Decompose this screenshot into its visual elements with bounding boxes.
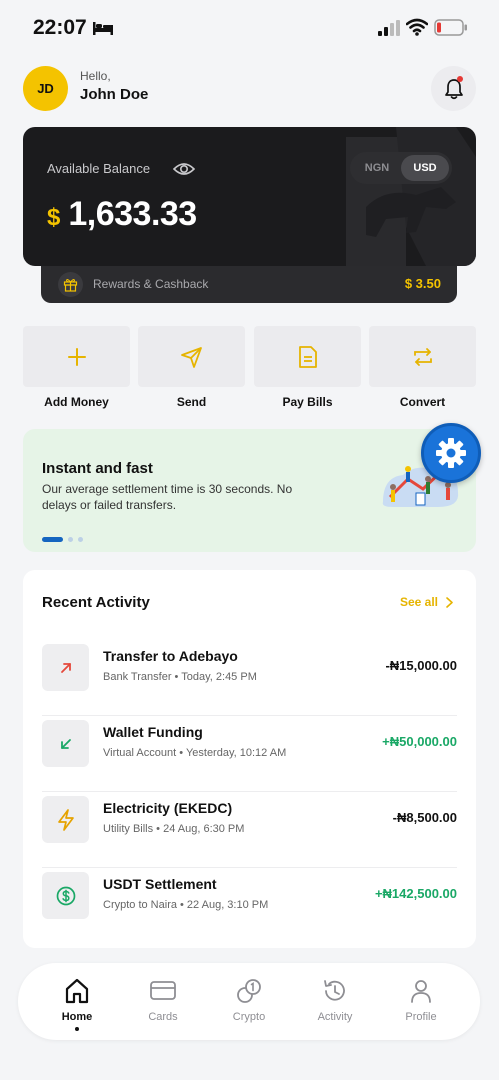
- balance-label: Available Balance: [47, 161, 151, 176]
- card-icon: [150, 981, 176, 1000]
- transaction-row[interactable]: Electricity (EKEDC) Utility Bills • 24 A…: [42, 792, 457, 868]
- transaction-subtitle: Crypto to Naira • 22 Aug, 3:10 PM: [103, 899, 269, 911]
- carousel-dot-2[interactable]: [68, 537, 73, 542]
- convert-label: Convert: [399, 395, 446, 409]
- nav-crypto-label: Crypto: [232, 1011, 266, 1023]
- pay-bills-button[interactable]: [254, 326, 361, 387]
- send-label: Send: [176, 395, 207, 409]
- currency-option-usd[interactable]: USD: [401, 155, 449, 181]
- recent-activity-title: Recent Activity: [42, 594, 150, 611]
- sleep-mode-icon: [93, 22, 113, 35]
- history-icon: [324, 980, 345, 1001]
- avatar-initials: JD: [37, 81, 54, 96]
- promo-text: Our average settlement time is 30 second…: [42, 482, 293, 512]
- currency-symbol: $: [47, 204, 61, 231]
- balance-card: Available Balance NGN USD $ 1,633.33: [23, 127, 476, 266]
- balance-amount-row: $ 1,633.33: [47, 195, 197, 234]
- nav-activity-label: Activity: [317, 1011, 353, 1023]
- plus-icon: [67, 347, 86, 366]
- wifi-icon: [406, 18, 428, 36]
- see-all-label: See all: [399, 595, 438, 609]
- transaction-subtitle: Bank Transfer • Today, 2:45 PM: [103, 671, 257, 683]
- settings-fab[interactable]: [421, 423, 481, 483]
- carousel-indicator[interactable]: [42, 537, 83, 542]
- nav-home[interactable]: Home: [47, 977, 107, 1031]
- carousel-dot-1[interactable]: [42, 537, 63, 542]
- transaction-row[interactable]: Wallet Funding Virtual Account • Yesterd…: [42, 716, 457, 792]
- greeting-text: Hello,: [80, 69, 111, 83]
- currency-toggle[interactable]: NGN USD: [350, 152, 452, 184]
- arrow-down-left-icon: [42, 720, 89, 767]
- notification-badge: [457, 76, 463, 82]
- nav-home-label: Home: [61, 1011, 93, 1023]
- battery-icon: [434, 19, 467, 36]
- lightning-icon: [42, 796, 89, 843]
- nav-activity[interactable]: Activity: [305, 977, 365, 1023]
- transaction-amount: -₦8,500.00: [392, 810, 457, 825]
- transaction-amount: +₦50,000.00: [382, 734, 457, 749]
- arrow-up-right-icon: [42, 644, 89, 691]
- balance-amount: 1,633.33: [68, 195, 197, 233]
- avatar[interactable]: JD: [23, 66, 68, 111]
- promo-title: Instant and fast: [42, 460, 153, 477]
- send-button[interactable]: [138, 326, 245, 387]
- status-bar: 22:07: [0, 0, 499, 56]
- transaction-amount: -₦15,000.00: [385, 658, 457, 673]
- user-icon: [411, 980, 431, 1003]
- rewards-label: Rewards & Cashback: [93, 277, 209, 291]
- username: John Doe: [80, 86, 149, 103]
- transaction-title: USDT Settlement: [103, 876, 217, 892]
- chevron-right-icon: [446, 596, 453, 608]
- transaction-title: Transfer to Adebayo: [103, 648, 238, 664]
- add-money-label: Add Money: [44, 395, 109, 409]
- nav-cards-label: Cards: [148, 1011, 178, 1023]
- transaction-subtitle: Utility Bills • 24 Aug, 6:30 PM: [103, 823, 245, 835]
- card-decoration: [346, 127, 476, 266]
- convert-icon: [413, 347, 432, 366]
- eye-icon[interactable]: [173, 160, 195, 178]
- nav-crypto[interactable]: Crypto: [219, 977, 279, 1023]
- home-icon: [65, 978, 89, 1004]
- nav-profile[interactable]: Profile: [391, 977, 451, 1023]
- carousel-dot-3[interactable]: [78, 537, 83, 542]
- send-icon: [180, 346, 202, 368]
- transaction-subtitle: Virtual Account • Yesterday, 10:12 AM: [103, 747, 287, 759]
- nav-cards[interactable]: Cards: [133, 977, 193, 1023]
- gear-icon: [436, 438, 466, 468]
- recent-activity-card: Recent Activity See all Transfer to Adeb…: [23, 570, 476, 948]
- transaction-title: Wallet Funding: [103, 724, 203, 740]
- rewards-cashback-bar[interactable]: Rewards & Cashback $ 3.50: [41, 266, 457, 303]
- signal-icon: [378, 20, 400, 36]
- promo-banner[interactable]: Instant and fast Our average settlement …: [23, 429, 476, 552]
- status-time: 22:07: [33, 16, 87, 39]
- see-all-link[interactable]: See all: [400, 595, 453, 609]
- add-money-button[interactable]: [23, 326, 130, 387]
- rewards-amount: $ 3.50: [404, 276, 441, 291]
- crypto-coins-icon: [237, 979, 261, 1003]
- currency-option-ngn[interactable]: NGN: [353, 155, 401, 181]
- gift-icon: [58, 272, 83, 297]
- transaction-row[interactable]: USDT Settlement Crypto to Naira • 22 Aug…: [42, 868, 457, 944]
- dollar-coin-icon: [42, 872, 89, 919]
- transaction-amount: +₦142,500.00: [374, 886, 457, 901]
- nav-profile-label: Profile: [405, 1011, 437, 1023]
- pay-bills-label: Pay Bills: [282, 395, 333, 409]
- notifications-button[interactable]: [431, 66, 476, 111]
- active-indicator: [75, 1027, 79, 1031]
- transaction-title: Electricity (EKEDC): [103, 800, 233, 816]
- bottom-navigation: Home Cards Crypto Activity Profile: [18, 963, 480, 1040]
- bill-icon: [298, 345, 317, 368]
- transaction-row[interactable]: Transfer to Adebayo Bank Transfer • Toda…: [42, 640, 457, 716]
- convert-button[interactable]: [369, 326, 476, 387]
